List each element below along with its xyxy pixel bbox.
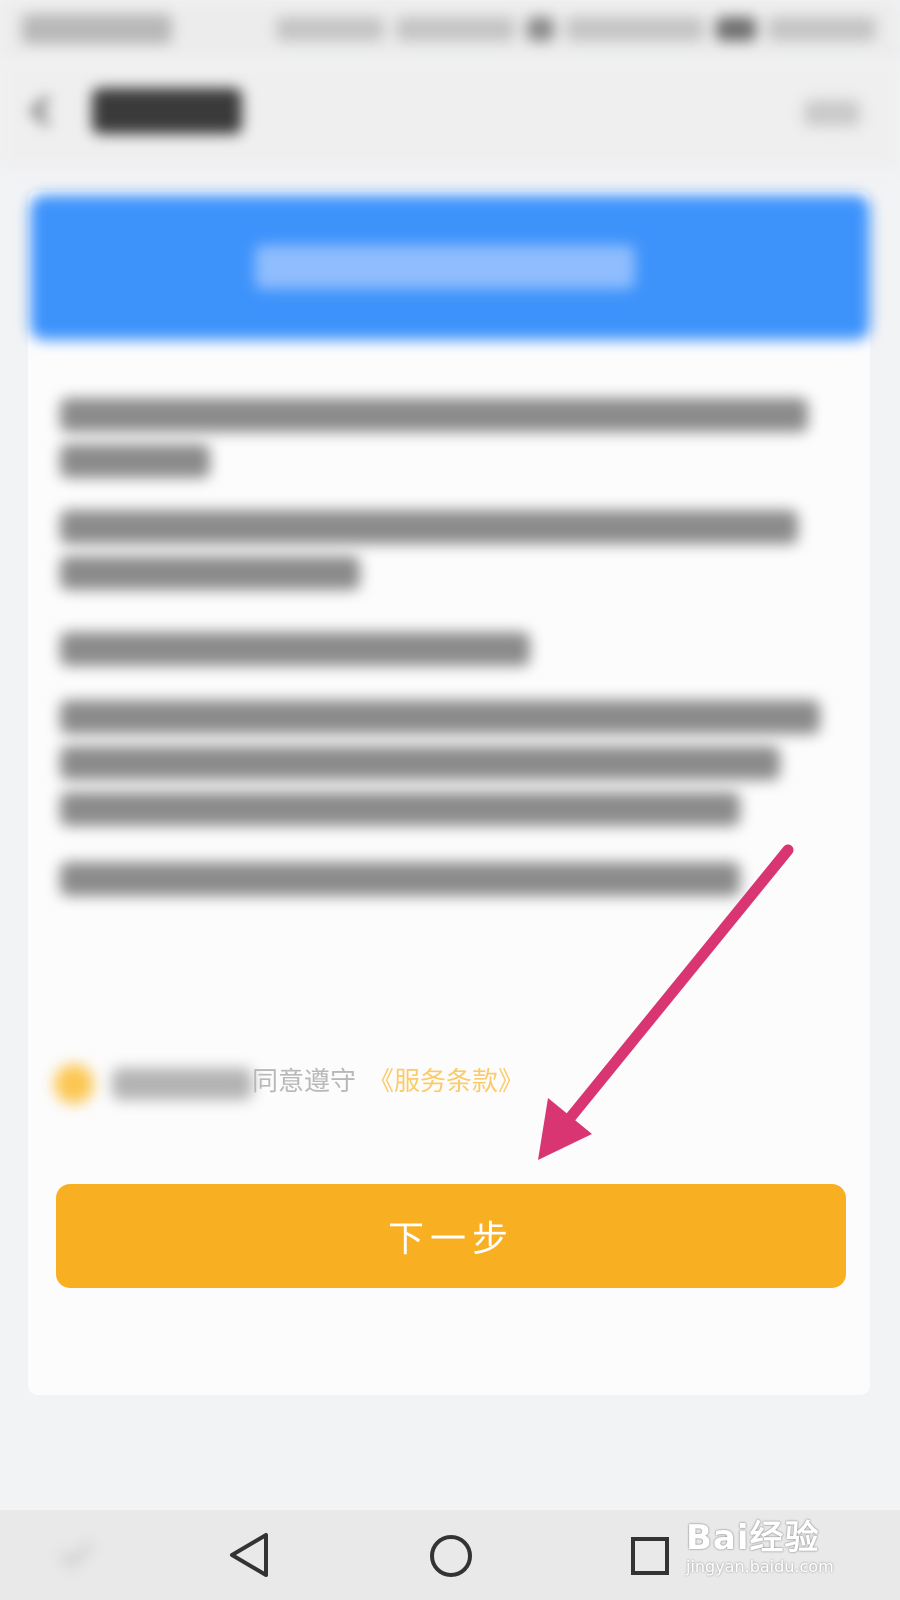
- paragraph-line: [60, 862, 740, 896]
- watermark-url: jingyan.baidu.com: [686, 1557, 834, 1576]
- paragraph-line: [60, 746, 780, 780]
- watermark-logo: Bai经验: [686, 1518, 820, 1558]
- baidu-jingyan-watermark: Bai经验 jingyan.baidu.com: [686, 1510, 886, 1596]
- paragraph-line: [60, 792, 740, 826]
- page-title: [92, 88, 242, 134]
- status-bar: [0, 0, 900, 60]
- paragraph-line: [60, 444, 210, 478]
- carrier-info: [22, 14, 172, 44]
- next-step-button[interactable]: 下一步: [56, 1184, 846, 1288]
- banner-title: [255, 245, 635, 289]
- paragraph-line: [60, 700, 820, 734]
- agree-checkbox[interactable]: [54, 1064, 94, 1104]
- recents-square-icon[interactable]: [630, 1536, 670, 1576]
- status-icons: [276, 14, 876, 44]
- header-action[interactable]: [804, 100, 860, 126]
- paragraph-line: [60, 632, 530, 666]
- terms-of-service-link[interactable]: 《服务条款》: [368, 1062, 524, 1102]
- back-arrow-icon[interactable]: [26, 94, 60, 128]
- home-circle-icon[interactable]: [428, 1533, 474, 1579]
- paragraph-line: [60, 556, 360, 590]
- agree-label: 同意遵守: [252, 1067, 357, 1097]
- nav-extra-icon: [60, 1542, 92, 1567]
- agree-label-blurred: [112, 1068, 252, 1100]
- back-triangle-icon[interactable]: [228, 1532, 272, 1578]
- paragraph-line: [60, 398, 808, 432]
- paragraph-line: [60, 510, 798, 544]
